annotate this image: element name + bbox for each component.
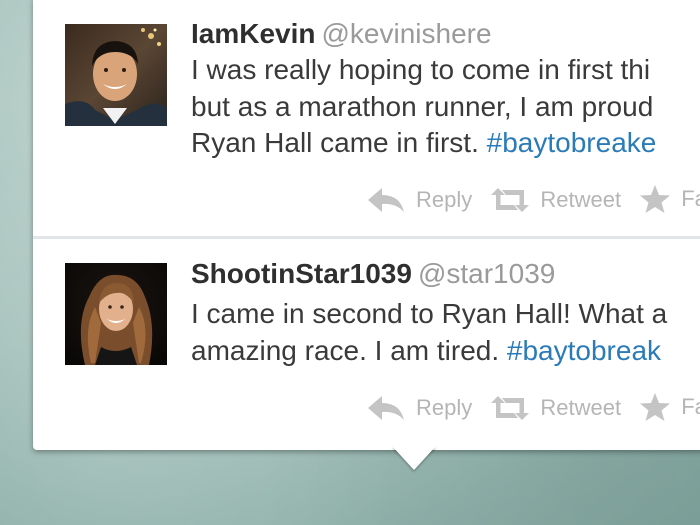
tweet-header: ShootinStar1039 @star1039 (191, 256, 555, 292)
tweet-text-line: I was really hoping to come in first thi (191, 54, 651, 85)
tweet-popover: IamKevin @kevinishere I was really hoping… (33, 0, 700, 450)
retweet-icon (491, 188, 530, 212)
favorite-label: Fa (681, 394, 700, 419)
favorite-button[interactable]: Fa (639, 184, 700, 214)
user-name[interactable]: ShootinStar1039 (191, 258, 412, 289)
tweet-actions: Reply Retweet Fa (366, 392, 700, 430)
retweet-label: Retweet (540, 187, 622, 212)
reply-arrow-icon (368, 188, 404, 212)
reply-button[interactable]: Reply (366, 185, 472, 215)
tweet-header: IamKevin @kevinishere (191, 16, 492, 52)
tweet-text-line: Ryan Hall came in first. #baytobreake (191, 125, 700, 162)
tweet-actions: Reply Retweet Fa (366, 184, 700, 222)
avatar[interactable] (65, 24, 167, 126)
popover-pointer (392, 446, 436, 470)
star-icon (640, 393, 671, 421)
tweet-text-line: but as a marathon runner, I am proud (191, 90, 654, 122)
tweet-text-line: I came in second to Ryan Hall! What a (191, 298, 668, 329)
reply-arrow-icon (368, 396, 404, 420)
tweet-text-segment: Ryan Hall came in first. (191, 127, 479, 158)
retweet-label: Retweet (540, 395, 622, 420)
reply-label: Reply (416, 395, 473, 420)
tweet-text: I came in second to Ryan Hall! What a am… (191, 296, 700, 369)
hashtag-link[interactable]: #baytobreake (487, 127, 657, 158)
user-handle[interactable]: @kevinishere (322, 18, 492, 49)
tweet-text: I was really hoping to come in first thi… (191, 52, 700, 162)
avatar[interactable] (65, 263, 167, 365)
tweet-item[interactable]: ShootinStar1039 @star1039 I came in secon… (33, 240, 700, 450)
user-handle[interactable]: @star1039 (418, 258, 555, 289)
user-name[interactable]: IamKevin (191, 18, 316, 49)
star-icon (640, 185, 671, 213)
retweet-button[interactable]: Retweet (490, 393, 621, 423)
favorite-label: Fa (681, 186, 700, 211)
tweet-text-line: amazing race. I am tired. #baytobreak (191, 333, 700, 370)
reply-label: Reply (416, 187, 473, 212)
reply-button[interactable]: Reply (366, 393, 472, 423)
tweet-divider (33, 236, 700, 239)
tweet-item[interactable]: IamKevin @kevinishere I was really hoping… (33, 0, 700, 236)
retweet-button[interactable]: Retweet (490, 185, 621, 215)
hashtag-link[interactable]: #baytobreak (507, 335, 661, 366)
retweet-icon (491, 396, 530, 420)
favorite-button[interactable]: Fa (639, 392, 700, 422)
tweet-text-segment: amazing race. I am tired. (191, 334, 500, 366)
